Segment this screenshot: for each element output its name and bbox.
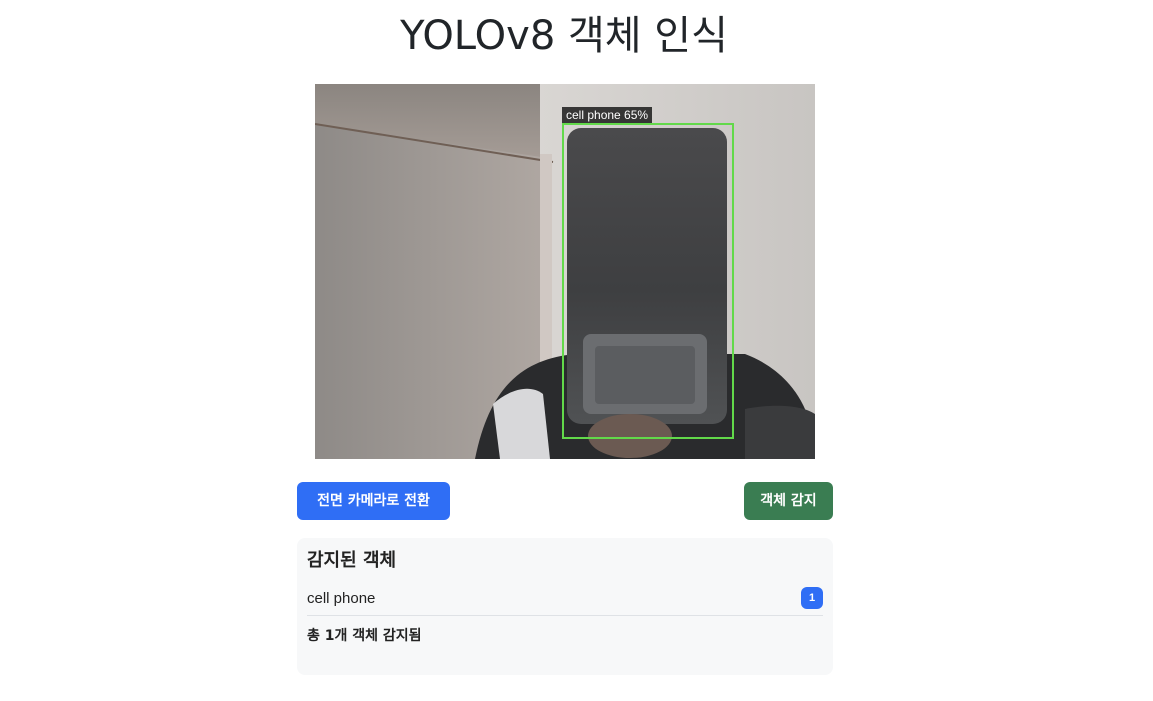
camera-feed: cell phone 65% bbox=[315, 84, 815, 459]
count-badge: 1 bbox=[801, 587, 823, 609]
detected-objects-panel: 감지된 객체 cell phone 1 총 1개 객체 감지됨 bbox=[297, 538, 833, 675]
detection-summary: 총 1개 객체 감지됨 bbox=[307, 628, 422, 644]
detected-objects-heading: 감지된 객체 bbox=[307, 550, 397, 571]
detection-bounding-box bbox=[562, 123, 734, 439]
detect-objects-button[interactable]: 객체 감지 bbox=[744, 482, 833, 520]
page-title: YOLOv8 객체 인식 bbox=[400, 13, 728, 59]
page: YOLOv8 객체 인식 cell phone 65% 전면 카메라로 전환 객… bbox=[0, 0, 1153, 701]
object-name: cell phone bbox=[307, 590, 376, 607]
list-item: cell phone 1 bbox=[307, 586, 823, 616]
detection-label: cell phone 65% bbox=[562, 107, 653, 123]
switch-camera-button[interactable]: 전면 카메라로 전환 bbox=[297, 482, 450, 520]
